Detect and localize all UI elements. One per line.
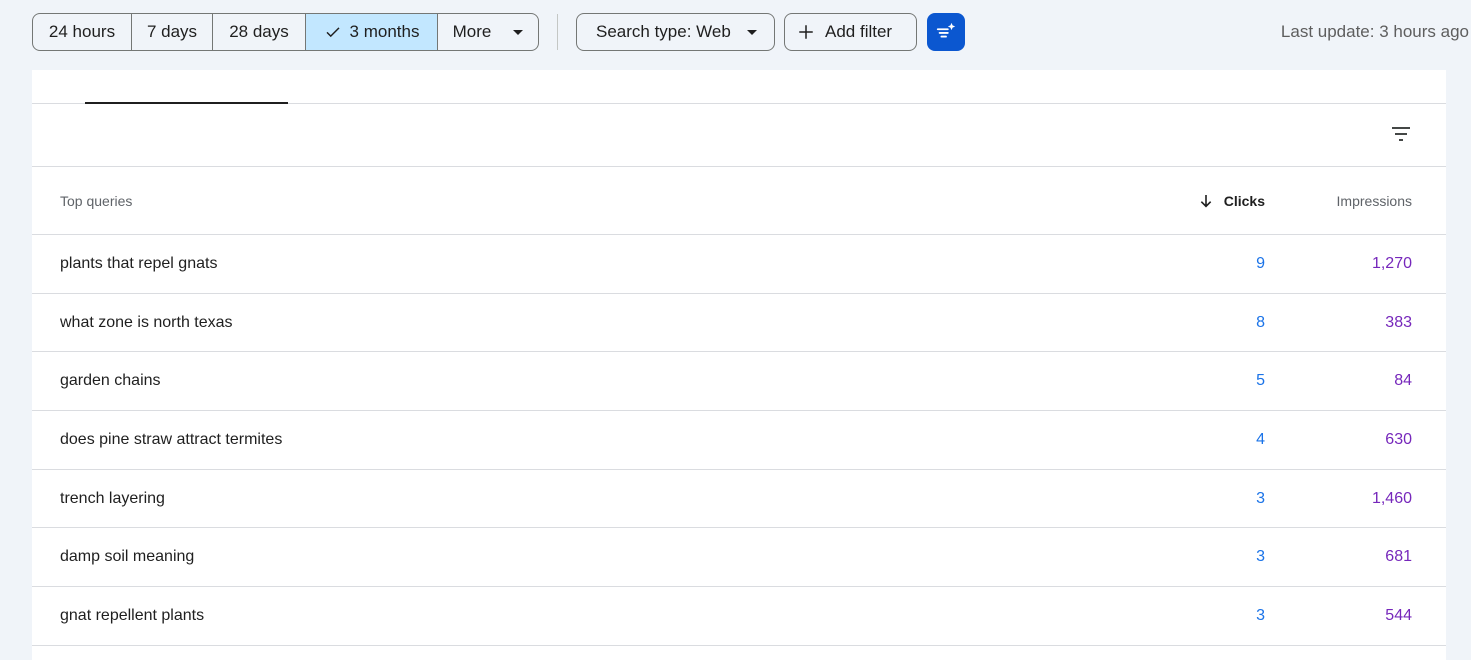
date-range-7-days[interactable]: 7 days <box>132 14 213 50</box>
date-range-28-days[interactable]: 28 days <box>213 14 306 50</box>
query-cell: does pine straw attract termites <box>60 430 283 448</box>
clicks-cell: 3 <box>1256 606 1265 624</box>
date-range-3-months[interactable]: 3 months <box>306 14 438 50</box>
impressions-cell: 1,270 <box>1371 254 1412 272</box>
table-row[interactable]: what zone is north texas 8 383 <box>32 294 1446 353</box>
table-row[interactable]: garden chains 5 84 <box>32 352 1446 412</box>
column-header-impressions[interactable]: Impressions <box>1265 193 1446 209</box>
table-row[interactable]: trench layering 3 1,460 <box>32 470 1446 529</box>
clicks-cell: 5 <box>1256 372 1265 390</box>
column-header-clicks[interactable]: Clicks <box>1065 193 1265 209</box>
query-cell: what zone is north texas <box>60 313 233 331</box>
impressions-cell: 1,460 <box>1371 489 1412 507</box>
query-cell: plants that repel gnats <box>60 254 218 272</box>
date-range-label: 7 days <box>146 22 198 41</box>
query-cell: trench layering <box>60 489 165 507</box>
impressions-cell: 630 <box>1385 430 1412 448</box>
impressions-cell: 544 <box>1385 606 1412 624</box>
add-filter-label: Add filter <box>825 22 893 41</box>
filter-icon[interactable] <box>1389 122 1413 146</box>
date-range-label: 24 hours <box>48 22 116 41</box>
chevron-down-icon <box>513 29 524 35</box>
clicks-cell: 3 <box>1256 548 1265 566</box>
table-row[interactable]: plants that repel gnats 9 1,270 <box>32 235 1446 294</box>
table-header: Top queries Clicks Impressions <box>32 167 1446 235</box>
impressions-cell: 681 <box>1385 548 1412 566</box>
queries-table: Top queries Clicks Impressions plants th… <box>32 167 1446 646</box>
queries-card: Top queries Clicks Impressions plants th… <box>32 70 1446 660</box>
impressions-cell: 383 <box>1385 313 1412 331</box>
check-icon <box>326 27 340 38</box>
sparkle-filter-icon <box>936 22 956 38</box>
last-update-text: Last update: 3 hours ago <box>1280 22 1469 41</box>
more-label: More <box>452 22 492 41</box>
column-header-top-queries[interactable]: Top queries <box>32 193 1065 209</box>
date-range-label: 28 days <box>229 22 289 41</box>
toolbar-divider <box>557 14 558 50</box>
more-dropdown[interactable]: More <box>438 14 538 50</box>
clicks-header-label: Clicks <box>1223 192 1265 209</box>
date-toolbar: 24 hours 7 days 28 days 3 months More Se… <box>0 0 1471 64</box>
table-toolbar <box>32 104 1446 167</box>
ai-filter-button[interactable] <box>927 13 965 51</box>
query-cell: gnat repellent plants <box>60 606 205 624</box>
query-cell: garden chains <box>60 372 161 390</box>
clicks-cell: 8 <box>1256 313 1265 331</box>
date-range-24-hours[interactable]: 24 hours <box>33 14 132 50</box>
clicks-cell: 4 <box>1256 430 1265 448</box>
add-filter-button[interactable]: Add filter <box>784 13 917 51</box>
impressions-cell: 84 <box>1394 372 1412 390</box>
chevron-down-icon <box>746 29 757 35</box>
plus-icon <box>799 25 813 39</box>
search-type-label: Search type: Web <box>596 22 731 41</box>
arrow-down-icon <box>1200 194 1211 207</box>
table-row[interactable]: does pine straw attract termites 4 630 <box>32 411 1446 470</box>
table-row[interactable]: gnat repellent plants 3 544 <box>32 587 1446 646</box>
tab-strip <box>32 70 1446 104</box>
date-range-label: 3 months <box>349 22 420 41</box>
date-range-selector: 24 hours 7 days 28 days 3 months More <box>32 13 539 51</box>
clicks-cell: 3 <box>1256 489 1265 507</box>
clicks-cell: 9 <box>1256 254 1265 272</box>
search-type-dropdown[interactable]: Search type: Web <box>576 13 775 51</box>
query-cell: damp soil meaning <box>60 548 195 566</box>
table-row[interactable]: damp soil meaning 3 681 <box>32 528 1446 588</box>
